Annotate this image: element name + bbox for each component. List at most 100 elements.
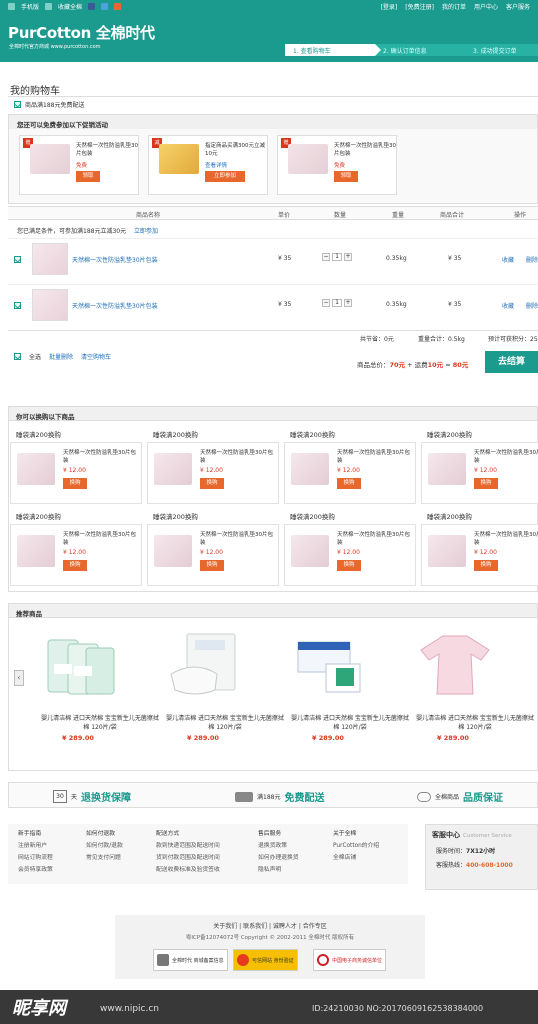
footer-link[interactable]: 款到快递范围及配送时间 <box>156 843 220 849</box>
badge-text: 可信网站 身份验证 <box>252 957 294 964</box>
footer-link[interactable]: 货到付款范围及配送时间 <box>156 855 220 861</box>
product-name[interactable]: 婴儿清洁棉 进口天然棉 宝宝新生儿无菌擦拭棉 120片/袋 <box>415 714 535 732</box>
quantity-input[interactable]: 1 <box>332 253 342 261</box>
product-image[interactable] <box>17 535 55 567</box>
calendar-icon: 30 <box>53 790 67 803</box>
register-link[interactable]: [免费注册] <box>405 2 434 11</box>
increase-button[interactable]: + <box>344 299 352 307</box>
item-checkbox[interactable] <box>14 256 21 263</box>
recommend-item[interactable]: 婴儿清洁棉 进口天然棉 宝宝新生儿无菌擦拭棉 120片/袋 ¥ 289.00 <box>290 630 410 742</box>
record-badge[interactable]: 全棉时代 商城备案信息 <box>153 949 228 971</box>
exchange-button[interactable]: 换购 <box>63 560 87 571</box>
product-name[interactable]: 婴儿清洁棉 进口天然棉 宝宝新生儿无菌擦拭棉 120片/袋 <box>290 714 410 732</box>
col-price: 单价 <box>278 212 291 219</box>
customer-service-menu[interactable]: 客户服务 <box>506 2 530 11</box>
product-image[interactable] <box>165 630 245 700</box>
product-image[interactable] <box>428 453 466 485</box>
exchange-button[interactable]: 换购 <box>474 560 498 571</box>
select-all-checkbox[interactable] <box>14 353 21 360</box>
logo[interactable]: PurCotton 全棉时代 <box>8 22 155 43</box>
exchange-button[interactable]: 换购 <box>474 478 498 489</box>
join-promo-link[interactable]: 立即参加 <box>134 228 158 235</box>
promo-name[interactable]: 天然棉一次性防溢乳垫30片包装 <box>334 142 396 158</box>
product-thumbnail[interactable] <box>32 243 68 275</box>
footer-link[interactable]: PurCotton的介绍 <box>333 843 379 849</box>
product-name[interactable]: 天然棉一次性防溢乳垫30片包装 <box>200 531 276 547</box>
recommend-item[interactable]: 婴儿清洁棉 进口天然棉 宝宝新生儿无菌擦拭棉 120片/袋 ¥ 289.00 <box>165 630 285 742</box>
footer-nav[interactable]: 关于我们 | 联系我们 | 诚聘人才 | 合作专区 <box>115 921 425 930</box>
footer-link[interactable]: 如何办理退换货 <box>258 855 299 861</box>
user-center-menu[interactable]: 用户中心 <box>474 2 498 11</box>
product-image[interactable] <box>291 453 329 485</box>
footer-link[interactable]: 全棉店铺 <box>333 855 356 861</box>
claim-button[interactable]: 领取 <box>334 171 358 182</box>
footer-link[interactable]: 注册新用户 <box>18 843 47 849</box>
product-image[interactable] <box>40 630 120 700</box>
checkout-button[interactable]: 去结算 <box>485 351 538 373</box>
product-image[interactable] <box>428 535 466 567</box>
product-name[interactable]: 天然棉一次性防溢乳垫30片包装 <box>63 531 139 547</box>
carousel-prev-button[interactable]: ‹ <box>14 670 24 686</box>
product-image[interactable] <box>154 453 192 485</box>
social-icon[interactable] <box>88 2 96 10</box>
product-name[interactable]: 婴儿清洁棉 进口天然棉 宝宝新生儿无菌擦拭棉 120片/袋 <box>165 714 285 732</box>
footer-link[interactable]: 退换货政策 <box>258 843 287 849</box>
product-name[interactable]: 天然棉一次性防溢乳垫30片包装 <box>72 301 158 310</box>
product-name[interactable]: 天然棉一次性防溢乳垫30片包装 <box>337 531 413 547</box>
increase-button[interactable]: + <box>344 253 352 261</box>
integrity-badge[interactable]: 中国电子商务诚信单位 <box>313 949 387 971</box>
join-now-button[interactable]: 立即参加 <box>205 171 245 182</box>
exchange-button[interactable]: 换购 <box>200 560 224 571</box>
footer-link[interactable]: 常见支付问题 <box>86 855 121 861</box>
product-image[interactable] <box>290 630 370 700</box>
product-name[interactable]: 天然棉一次性防溢乳垫30片包装 <box>474 449 538 465</box>
quantity-input[interactable]: 1 <box>332 299 342 307</box>
weibo-icon[interactable] <box>101 2 109 10</box>
product-name[interactable]: 天然棉一次性防溢乳垫30片包装 <box>474 531 538 547</box>
recommend-item[interactable]: 婴儿清洁棉 进口天然棉 宝宝新生儿无菌擦拭棉 120片/袋 ¥ 289.00 <box>415 630 535 742</box>
favorite-link[interactable]: 收藏 <box>502 301 514 310</box>
product-name[interactable]: 天然棉一次性防溢乳垫30片包装 <box>63 449 139 465</box>
product-image[interactable] <box>291 535 329 567</box>
exchange-card: 天然棉一次性防溢乳垫30片包装 ¥ 12.00 换购 <box>284 524 416 586</box>
product-image[interactable] <box>30 144 70 174</box>
product-name[interactable]: 天然棉一次性防溢乳垫30片包装 <box>200 449 276 465</box>
footer-link[interactable]: 如何付款/退款 <box>86 843 123 849</box>
product-name[interactable]: 天然棉一次性防溢乳垫30片包装 <box>72 255 158 264</box>
footer-link[interactable]: 会员特享政策 <box>18 867 53 873</box>
favorite-link[interactable]: 收藏全棉 <box>58 2 82 11</box>
my-orders-link[interactable]: 我的订单 <box>442 2 466 11</box>
clear-cart-link[interactable]: 清空购物车 <box>81 352 111 361</box>
footer-link[interactable]: 隐私声明 <box>258 867 281 873</box>
favorite-link[interactable]: 收藏 <box>502 255 514 264</box>
product-image[interactable] <box>288 144 328 174</box>
exchange-button[interactable]: 换购 <box>337 560 361 571</box>
product-image[interactable] <box>154 535 192 567</box>
product-image[interactable] <box>415 630 495 700</box>
rss-icon[interactable] <box>114 2 122 10</box>
product-name[interactable]: 婴儿清洁棉 进口天然棉 宝宝新生儿无菌擦拭棉 120片/袋 <box>40 714 160 732</box>
trusted-site-badge[interactable]: 可信网站 身份验证 <box>233 949 298 971</box>
view-details-link[interactable]: 查看详情 <box>205 161 227 169</box>
product-thumbnail[interactable] <box>32 289 68 321</box>
product-name[interactable]: 天然棉一次性防溢乳垫30片包装 <box>337 449 413 465</box>
login-link[interactable]: [登录] <box>381 2 398 11</box>
product-image[interactable] <box>17 453 55 485</box>
divider <box>8 96 538 97</box>
delete-link[interactable]: 删除 <box>526 301 538 310</box>
batch-delete-link[interactable]: 批量删除 <box>49 352 73 361</box>
footer-link[interactable]: 配送收费标准及验货签收 <box>156 867 220 873</box>
exchange-button[interactable]: 换购 <box>200 478 224 489</box>
decrease-button[interactable]: − <box>322 253 330 261</box>
item-checkbox[interactable] <box>14 302 21 309</box>
free-shipping-checkbox[interactable] <box>14 101 21 108</box>
claim-button[interactable]: 领取 <box>76 171 100 182</box>
recommend-item[interactable]: 婴儿清洁棉 进口天然棉 宝宝新生儿无菌擦拭棉 120片/袋 ¥ 289.00 <box>40 630 160 742</box>
exchange-button[interactable]: 换购 <box>337 478 361 489</box>
decrease-button[interactable]: − <box>322 299 330 307</box>
footer-link[interactable]: 网站订购流程 <box>18 855 53 861</box>
exchange-button[interactable]: 换购 <box>63 478 87 489</box>
promo-name[interactable]: 天然棉一次性防溢乳垫30片包装 <box>76 142 138 158</box>
mobile-link[interactable]: 手机版 <box>21 2 39 11</box>
delete-link[interactable]: 删除 <box>526 255 538 264</box>
